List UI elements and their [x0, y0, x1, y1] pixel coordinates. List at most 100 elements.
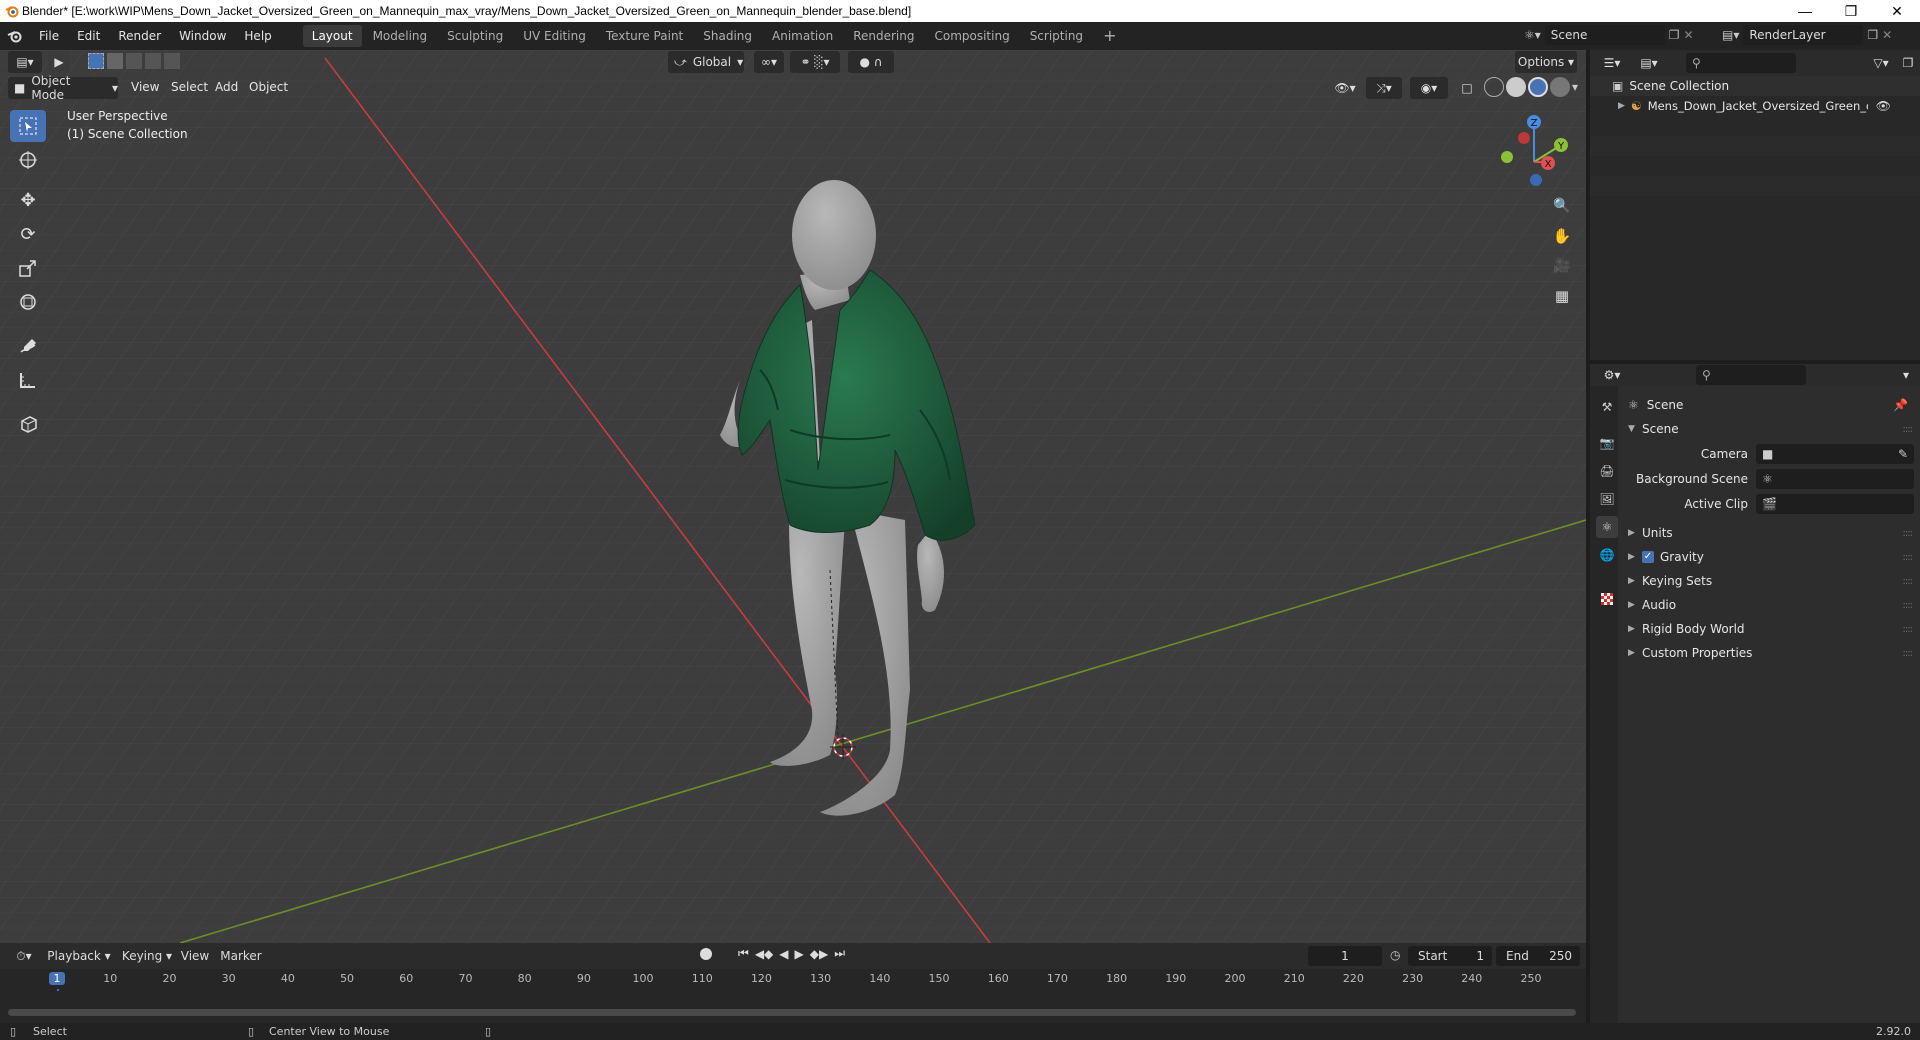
pivot-point-icon[interactable]: ∞▾: [754, 51, 784, 73]
tool-move[interactable]: ✥: [10, 184, 46, 216]
render-properties-tab[interactable]: 📷: [1596, 432, 1618, 454]
transform-orientation-dropdown[interactable]: ⤻ Global ▾: [668, 51, 744, 73]
pan-hand-icon[interactable]: ✋: [1548, 222, 1576, 250]
timeline-editor[interactable]: ⏱▾ Playback ▾ Keying ▾ View Marker ⏮ ◀◆ …: [0, 943, 1586, 1023]
tool-annotate[interactable]: [10, 330, 46, 362]
end-frame-field[interactable]: End 250: [1496, 946, 1580, 966]
scene-icon[interactable]: ⚛▾: [1524, 28, 1541, 42]
menu-window[interactable]: Window: [170, 22, 235, 50]
tool-select-box[interactable]: [10, 110, 46, 142]
add-workspace-icon[interactable]: +: [1094, 25, 1125, 47]
wireframe-shading-icon[interactable]: [1484, 77, 1504, 97]
expand-arrow-icon[interactable]: ▶: [1618, 101, 1625, 111]
tool-add-cube[interactable]: [10, 408, 46, 440]
tool-rotate[interactable]: ⟳: [10, 218, 46, 250]
delete-scene-icon[interactable]: ✕: [1684, 28, 1694, 42]
tool-properties-tab[interactable]: ⚒: [1596, 396, 1618, 418]
snap-icon[interactable]: ⚭ ░▾: [790, 51, 840, 73]
background-scene-field[interactable]: ⚛: [1756, 469, 1914, 489]
menu-render[interactable]: Render: [109, 22, 170, 50]
tab-scripting[interactable]: Scripting: [1021, 25, 1092, 47]
tab-compositing[interactable]: Compositing: [925, 25, 1018, 47]
units-panel-header[interactable]: ▶ Units::::: [1628, 522, 1920, 544]
tool-transform[interactable]: [10, 286, 46, 318]
tool-measure[interactable]: [10, 364, 46, 396]
prev-keyframe-icon[interactable]: ◀◆: [755, 947, 773, 961]
start-frame-field[interactable]: Start 1: [1408, 946, 1492, 966]
display-mode-icon[interactable]: ▤▾: [1634, 52, 1664, 74]
renderlayer-selector[interactable]: RenderLayer: [1743, 25, 1864, 45]
select-box-modes[interactable]: [88, 53, 180, 69]
rendered-shading-icon[interactable]: [1550, 77, 1570, 97]
active-clip-field[interactable]: 🎬: [1756, 494, 1914, 514]
world-properties-tab[interactable]: 🌐: [1596, 544, 1618, 566]
camera-field[interactable]: ■ ✎: [1756, 444, 1914, 464]
close-button[interactable]: ✕: [1874, 0, 1920, 22]
options-dropdown[interactable]: Options ▾: [1515, 51, 1577, 73]
tool-scale[interactable]: [10, 252, 46, 284]
eyedropper-icon[interactable]: ✎: [1898, 447, 1908, 461]
clock-icon[interactable]: ◷: [1390, 948, 1400, 962]
rigid-body-world-panel-header[interactable]: ▶ Rigid Body World::::: [1628, 618, 1920, 640]
next-keyframe-icon[interactable]: ◆▶: [810, 947, 828, 961]
tab-shading[interactable]: Shading: [694, 25, 761, 47]
renderlayer-icon[interactable]: ▤▾: [1722, 28, 1739, 42]
visibility-icon[interactable]: 👁▾: [1330, 77, 1360, 99]
tab-modeling[interactable]: Modeling: [364, 25, 437, 47]
tab-layout[interactable]: Layout: [302, 25, 362, 47]
properties-editor-type-icon[interactable]: ⚙▾: [1596, 364, 1628, 386]
outliner-search-input[interactable]: ⚲: [1686, 53, 1796, 73]
scene-selector[interactable]: Scene: [1544, 25, 1665, 45]
new-scene-icon[interactable]: ❐: [1669, 28, 1680, 42]
audio-panel-header[interactable]: ▶ Audio::::: [1628, 594, 1920, 616]
tab-rendering[interactable]: Rendering: [844, 25, 923, 47]
filter-icon[interactable]: ▽▾: [1866, 52, 1896, 74]
outliner-editor[interactable]: ☰▾ ▤▾ ⚲ ▽▾ ❐ ▣ Scene Collection ▶ ☯ Mens…: [1590, 50, 1920, 360]
pin-icon[interactable]: 📌: [1893, 398, 1908, 412]
timeline-view-menu[interactable]: View: [180, 945, 210, 967]
view-layer-properties-tab[interactable]: 🖼: [1596, 488, 1618, 510]
select-mode-icon[interactable]: ▶: [48, 51, 70, 73]
minimize-button[interactable]: —: [1782, 0, 1828, 22]
menu-edit[interactable]: Edit: [68, 22, 109, 50]
zoom-icon[interactable]: 🔍: [1548, 192, 1576, 220]
tab-sculpting[interactable]: Sculpting: [438, 25, 512, 47]
keying-sets-panel-header[interactable]: ▶ Keying Sets::::: [1628, 570, 1920, 592]
current-frame-marker[interactable]: 1: [49, 972, 65, 985]
xray-toggle-icon[interactable]: □: [1456, 77, 1478, 99]
play-icon[interactable]: ▶: [795, 947, 804, 961]
proportional-edit-icon[interactable]: ● ∩: [848, 51, 894, 73]
frame-ruler[interactable]: 1 10 20 30 40 50 60 70 80 90 100 110 120 130 140 150 160…: [0, 969, 1586, 1015]
play-reverse-icon[interactable]: ◀: [779, 947, 788, 961]
properties-search-input[interactable]: ⚲: [1696, 365, 1806, 385]
jump-start-icon[interactable]: ⏮: [738, 946, 749, 961]
keying-menu[interactable]: Keying ▾: [118, 945, 176, 967]
scene-panel-header[interactable]: ▼ Scene::::: [1628, 418, 1920, 440]
object-mode-dropdown[interactable]: ■ Object Mode ▾: [8, 74, 118, 102]
menu-help[interactable]: Help: [235, 22, 280, 50]
visibility-eye-icon[interactable]: 👁: [1876, 99, 1891, 113]
properties-options-icon[interactable]: ▾: [1896, 364, 1916, 386]
camera-view-icon[interactable]: 🎥: [1548, 252, 1576, 280]
solid-shading-icon[interactable]: [1506, 77, 1526, 97]
gravity-checkbox[interactable]: ✓: [1642, 551, 1654, 563]
outliner-row-object[interactable]: ▶ ☯ Mens_Down_Jacket_Oversized_Green_on_…: [1590, 96, 1920, 116]
tool-cursor[interactable]: [10, 144, 46, 176]
new-collection-icon[interactable]: ❐: [1898, 52, 1918, 74]
current-frame-field[interactable]: 1: [1308, 946, 1382, 966]
tab-texture-paint[interactable]: Texture Paint: [597, 25, 692, 47]
custom-properties-panel-header[interactable]: ▶ Custom Properties::::: [1628, 642, 1920, 664]
marker-menu[interactable]: Marker: [218, 945, 264, 967]
material-shading-icon[interactable]: [1528, 77, 1548, 97]
texture-properties-tab[interactable]: [1596, 588, 1618, 610]
scene-properties-tab[interactable]: ⚛: [1596, 516, 1618, 538]
tab-animation[interactable]: Animation: [763, 25, 842, 47]
delete-layer-icon[interactable]: ✕: [1882, 28, 1892, 42]
ortho-grid-icon[interactable]: ▦: [1548, 282, 1576, 310]
menu-file[interactable]: File: [30, 22, 68, 50]
outliner-row-scene-collection[interactable]: ▣ Scene Collection: [1590, 76, 1920, 96]
playback-menu[interactable]: Playback ▾: [44, 945, 114, 967]
new-layer-icon[interactable]: ❐: [1867, 28, 1878, 42]
outliner-editor-type-icon[interactable]: ☰▾: [1596, 52, 1628, 74]
jump-end-icon[interactable]: ⏭: [834, 946, 845, 961]
